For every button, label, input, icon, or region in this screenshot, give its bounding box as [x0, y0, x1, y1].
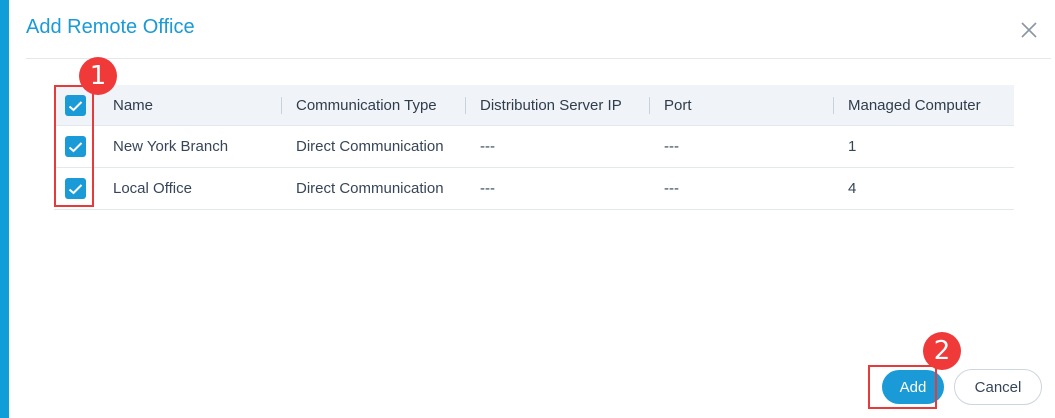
cell-distribution-server-ip: --- — [480, 138, 495, 155]
column-header-communication-type[interactable]: Communication Type — [296, 85, 437, 125]
header-divider — [26, 58, 1051, 59]
close-icon — [1021, 22, 1037, 38]
cell-name: Local Office — [113, 180, 192, 197]
table-row: New York Branch Direct Communication ---… — [54, 126, 1014, 168]
cancel-button[interactable]: Cancel — [954, 369, 1042, 405]
add-remote-office-dialog: Add Remote Office Name Communication Typ… — [9, 0, 1055, 418]
step-badge-2: 2 — [923, 332, 961, 370]
cell-communication-type: Direct Communication — [296, 138, 444, 155]
cell-managed-computer: 1 — [848, 138, 857, 155]
column-separator[interactable] — [833, 97, 834, 114]
dialog-title: Add Remote Office — [26, 16, 195, 38]
column-header-managed-computer[interactable]: Managed Computer — [848, 85, 981, 125]
cell-port: --- — [664, 138, 679, 155]
remote-office-table: Name Communication Type Distribution Ser… — [54, 85, 1014, 210]
highlight-box-checkboxes — [54, 85, 94, 207]
column-separator[interactable] — [649, 97, 650, 114]
column-header-port[interactable]: Port — [664, 85, 692, 125]
column-header-distribution-server-ip[interactable]: Distribution Server IP — [480, 85, 622, 125]
column-separator[interactable] — [465, 97, 466, 114]
cell-port: --- — [664, 180, 679, 197]
step-badge-1: 1 — [79, 57, 117, 95]
table-row: Local Office Direct Communication --- --… — [54, 168, 1014, 210]
cell-managed-computer: 4 — [848, 180, 857, 197]
window-edge — [0, 0, 9, 418]
close-button[interactable] — [1019, 20, 1039, 40]
highlight-box-add-button — [868, 365, 937, 409]
cell-distribution-server-ip: --- — [480, 180, 495, 197]
column-separator[interactable] — [281, 97, 282, 114]
cell-communication-type: Direct Communication — [296, 180, 444, 197]
table-header-row: Name Communication Type Distribution Ser… — [54, 85, 1014, 126]
column-header-name[interactable]: Name — [113, 85, 153, 125]
cell-name: New York Branch — [113, 138, 229, 155]
